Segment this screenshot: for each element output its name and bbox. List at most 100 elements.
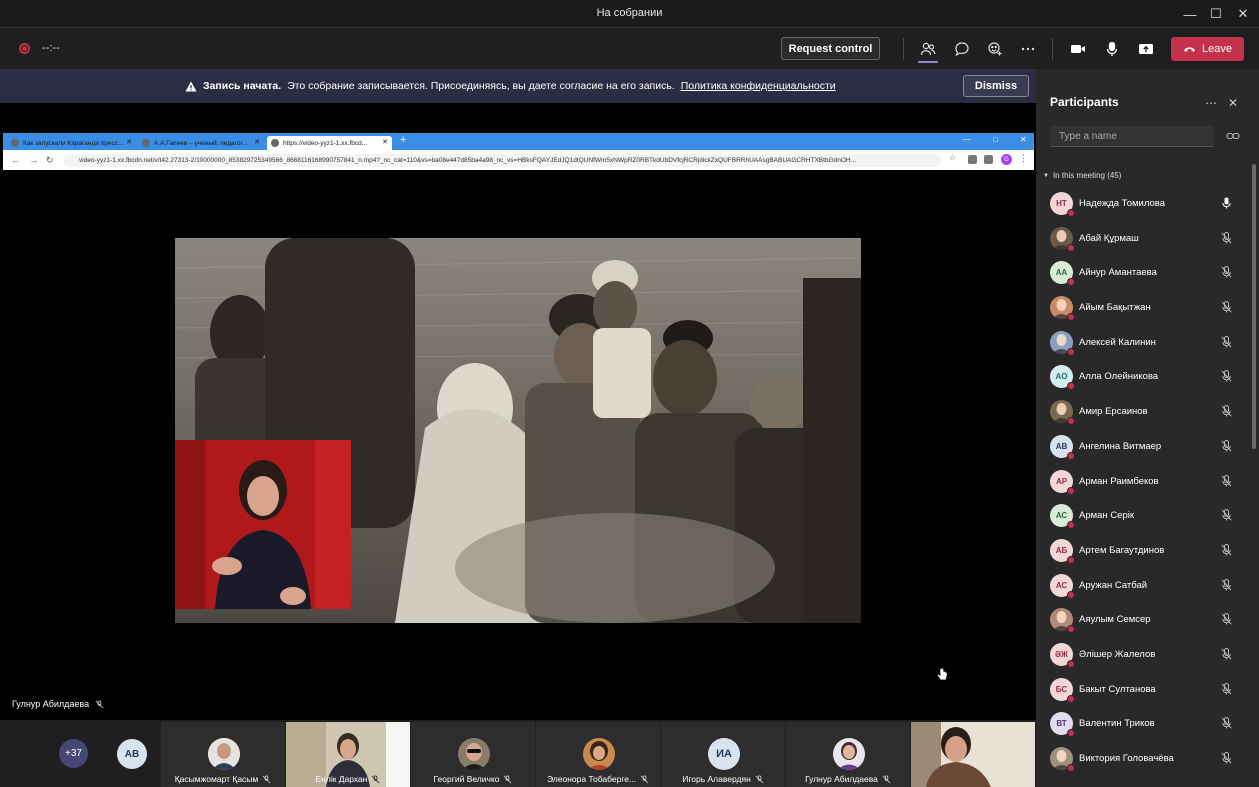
browser-address-bar: ← → ↻ video-yyz1-1.xx.fbcdn.net/v/t42.27…	[3, 150, 1034, 170]
muted-mic-icon	[755, 774, 764, 783]
participant-row[interactable]: Аяулым Семсер	[1036, 602, 1251, 637]
participant-row[interactable]: ВТ Валентин Триков	[1036, 706, 1251, 741]
participant-row[interactable]: АВ Ангелина Витмаер	[1036, 429, 1251, 464]
participant-tile[interactable]: Гулнур Абилдаева	[786, 722, 910, 787]
browser-maximize-icon: □	[993, 135, 998, 144]
participant-row[interactable]: АС Арман Серік	[1036, 498, 1251, 533]
sign-language-interpreter-video	[175, 440, 351, 609]
participant-search-input[interactable]: Type a name	[1050, 126, 1214, 147]
in-meeting-section-header[interactable]: ▼ In this meeting (45)	[1043, 171, 1121, 180]
participant-avatar: ВТ	[1050, 712, 1075, 738]
hang-up-icon	[1184, 47, 1195, 52]
participant-name: Алексей Калинин	[1079, 336, 1156, 348]
participant-photo	[583, 738, 615, 770]
participant-name: Арман Серік	[1079, 510, 1135, 522]
muted-mic-icon	[262, 774, 271, 783]
recording-banner: Запись начата. Это собрание записывается…	[0, 69, 1036, 103]
microphone-muted-icon	[1221, 266, 1232, 278]
tab-label: А.А.Гапеев – ученый, педагог...	[154, 139, 248, 147]
privacy-policy-link[interactable]: Политика конфиденциальности	[681, 80, 836, 92]
participant-row[interactable]: АБ Артем Багаутдинов	[1036, 533, 1251, 568]
more-actions-icon[interactable]	[1017, 38, 1039, 60]
participant-initials: ИА	[708, 738, 740, 770]
browser-tab: А.А.Гапеев – ученый, педагог... ✕	[138, 136, 264, 150]
participant-avatar: ӘЖ	[1050, 642, 1075, 668]
participant-name: Еңлік Дархан	[315, 774, 368, 784]
presence-status-icon	[1067, 209, 1075, 217]
meeting-timer: --:--	[42, 42, 60, 54]
shared-screen: Как запускали Караганда пресс... ✕ А.А.Г…	[3, 133, 1034, 719]
more-participants-badge[interactable]: +37	[59, 739, 88, 768]
leave-button[interactable]: Leave	[1171, 37, 1244, 61]
presence-status-icon	[1067, 278, 1075, 287]
participant-tile[interactable]: Элеонора Тобаберге...	[536, 722, 660, 787]
hand-cursor-icon	[936, 667, 948, 681]
participants-icon[interactable]	[917, 38, 939, 60]
participant-row[interactable]: ӘЖ Әлішер Жалелов	[1036, 637, 1251, 672]
new-tab-icon: +	[400, 134, 407, 146]
participant-avatar: АС	[1050, 504, 1075, 530]
tab-favicon-icon	[142, 139, 150, 147]
reactions-icon[interactable]	[984, 38, 1006, 60]
browser-tab: Как запускали Караганда пресс... ✕	[7, 136, 136, 150]
participant-avatar[interactable]: AB	[117, 739, 147, 769]
participant-name: Бакыт Султанова	[1079, 683, 1156, 695]
participant-avatar: НТ	[1050, 192, 1075, 217]
participant-name: Игорь Алавердян	[682, 774, 751, 784]
participant-row[interactable]: АО Алла Олейникова	[1036, 359, 1251, 394]
participant-name: Валентин Триков	[1079, 718, 1155, 730]
participant-avatar	[1050, 400, 1075, 426]
participant-row[interactable]: АС Аружан Сатбай	[1036, 568, 1251, 603]
microphone-on-icon	[1222, 197, 1231, 209]
participant-row[interactable]: Амир Ерсаинов	[1036, 394, 1251, 429]
share-screen-icon[interactable]	[1135, 38, 1157, 60]
tab-close-icon: ✕	[254, 139, 260, 146]
close-window-icon[interactable]: ✕	[1232, 4, 1254, 24]
participant-row[interactable]: АР Арман Раимбеков	[1036, 464, 1251, 499]
tab-label: Как запускали Караганда пресс...	[23, 139, 124, 147]
participant-name: Абай Құрмаш	[1079, 232, 1139, 244]
participant-name: Алла Олейникова	[1079, 371, 1159, 383]
toolbar-divider	[903, 38, 904, 60]
participant-row[interactable]: Айым Бақытжан	[1036, 290, 1251, 325]
presence-status-icon	[1067, 486, 1075, 495]
participants-active-indicator	[918, 61, 938, 63]
microphone-icon[interactable]	[1101, 38, 1123, 60]
participant-photo	[833, 738, 865, 770]
browser-minimize-icon: —	[963, 135, 971, 144]
presence-status-icon	[1067, 521, 1075, 530]
panel-close-icon[interactable]: ✕	[1226, 96, 1240, 110]
self-video-tile[interactable]	[911, 722, 1035, 787]
muted-mic-icon	[372, 774, 380, 783]
panel-more-options-icon[interactable]: ⋯	[1204, 96, 1218, 110]
tab-close-icon: ✕	[126, 139, 132, 146]
participants-scrollbar[interactable]	[1252, 164, 1256, 449]
participant-tile[interactable]: ИА Игорь Алавердян	[661, 722, 785, 787]
recording-consent-text: Это собрание записывается. Присоединяясь…	[287, 80, 675, 92]
participant-row[interactable]: БС Бакыт Султанова	[1036, 672, 1251, 707]
participant-row[interactable]: Абай Құрмаш	[1036, 221, 1251, 256]
participant-row[interactable]: НТ Надежда Томилова	[1036, 186, 1251, 221]
camera-icon[interactable]	[1067, 38, 1089, 60]
microphone-muted-icon	[1221, 717, 1232, 729]
microphone-muted-icon	[1221, 474, 1232, 486]
participant-tile[interactable]: Қасымжомарт Қасым	[161, 722, 285, 787]
maximize-icon[interactable]: ☐	[1205, 4, 1227, 24]
presenter-label: Гулнур Абилдаева	[12, 699, 104, 709]
presence-status-icon	[1067, 347, 1075, 356]
participant-row[interactable]: АА Айнур Амантаева	[1036, 255, 1251, 290]
participant-name: Аружан Сатбай	[1079, 579, 1148, 591]
participant-row[interactable]: Алексей Калинин	[1036, 325, 1251, 360]
participant-tile[interactable]: Георгий Величко	[411, 722, 535, 787]
chat-icon[interactable]	[951, 38, 973, 60]
microphone-muted-icon	[1221, 231, 1232, 244]
participant-video-tile[interactable]: Еңлік Дархан	[286, 722, 410, 787]
participant-row[interactable]: Виктория Головачёва	[1036, 741, 1251, 776]
participant-avatar: АС	[1050, 573, 1075, 599]
share-invite-link-icon[interactable]	[1226, 130, 1240, 142]
meeting-toolbar: --:-- Request control Leave	[0, 28, 1259, 69]
dismiss-button[interactable]: Dismiss	[963, 75, 1029, 97]
request-control-button[interactable]: Request control	[781, 37, 880, 60]
minimize-icon[interactable]: —	[1179, 4, 1201, 24]
participant-name: Қасымжомарт Қасым	[174, 774, 259, 784]
